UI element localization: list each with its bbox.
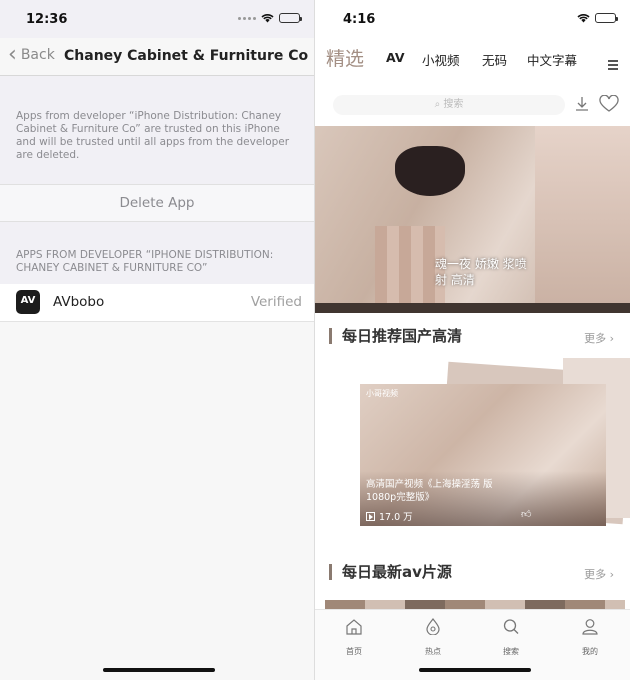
more-link-latest[interactable]: 更多 ›	[584, 566, 614, 582]
search-placeholder: 搜索	[443, 99, 464, 110]
tabbar-label: 搜索	[503, 647, 519, 656]
video-card[interactable]: 小哥视频 高清国产视频《上海操淫荡 版 1080p完整版》 17.0 万 👍︎	[360, 384, 606, 526]
banner-image-area	[395, 146, 465, 196]
status-icons	[238, 13, 302, 23]
more-link-recommended[interactable]: 更多 ›	[584, 330, 614, 346]
home-icon	[346, 619, 362, 635]
user-icon	[582, 619, 598, 635]
tabbar-home[interactable]: 首页	[329, 618, 379, 658]
battery-icon	[279, 13, 302, 23]
app-name: AVbobo	[53, 294, 105, 310]
banner-caption: 魂一夜 娇嫩 浆喷射 高清	[435, 257, 527, 287]
tab-short-video[interactable]: 小视频	[422, 50, 460, 69]
back-button[interactable]: ‹ Back	[8, 44, 55, 66]
tab-uncensored[interactable]: 无码	[482, 50, 507, 69]
delete-app-button[interactable]: Delete App	[0, 184, 314, 222]
video-app-screen: 4:16 精选 AV 小视频 无码 中文字幕 ⌕ 搜索 魂一夜 娇嫩 浆喷射 高…	[315, 0, 630, 680]
chevron-left-icon: ‹	[8, 42, 17, 67]
tabbar-profile[interactable]: 我的	[565, 618, 615, 658]
status-icons	[577, 13, 618, 23]
status-bar: 4:16	[315, 0, 630, 38]
home-indicator	[103, 668, 215, 672]
category-tabs: 精选 AV 小视频 无码 中文字幕	[315, 44, 630, 74]
like-icon[interactable]: 👍︎	[521, 508, 531, 520]
section-title-latest: 每日最新av片源	[329, 564, 452, 580]
settings-screen: 12:36 ‹ Back Chaney Cabinet & Furniture …	[0, 0, 314, 680]
trust-description: Apps from developer “iPhone Distribution…	[16, 110, 290, 161]
signal-icon	[238, 16, 256, 20]
apps-section-header: APPS FROM DEVELOPER “IPHONE DISTRIBUTION…	[16, 249, 274, 274]
battery-icon	[595, 13, 618, 23]
tabbar-label: 我的	[582, 647, 598, 656]
tab-featured[interactable]: 精选	[326, 44, 364, 71]
status-bar: 12:36	[0, 0, 314, 38]
back-label: Back	[20, 47, 55, 63]
flame-icon	[426, 618, 440, 635]
banner-bottom-strip	[315, 303, 630, 313]
home-indicator	[419, 668, 531, 672]
nav-bar: ‹ Back Chaney Cabinet & Furniture Co	[0, 38, 314, 76]
play-icon	[366, 511, 375, 521]
tabbar-hot[interactable]: 热点	[408, 618, 458, 658]
card-tag: 小哥视频	[366, 389, 398, 398]
banner-image-area	[535, 126, 630, 313]
wifi-icon	[261, 14, 274, 23]
tab-chinese-subtitles[interactable]: 中文字幕	[527, 50, 577, 69]
featured-banner[interactable]: 魂一夜 娇嫩 浆喷射 高清	[315, 126, 630, 313]
video-title: 高清国产视频《上海操淫荡 版 1080p完整版》	[366, 479, 493, 503]
download-icon[interactable]	[573, 95, 591, 113]
wifi-icon	[577, 14, 590, 23]
status-time: 12:36	[26, 12, 68, 27]
page-title: Chaney Cabinet & Furniture Co	[64, 48, 309, 64]
app-logo-icon: AV	[16, 290, 40, 314]
section-title-recommended: 每日推荐国产高清	[329, 328, 462, 344]
view-count-text: 17.0 万	[379, 512, 413, 523]
tab-av[interactable]: AV	[386, 50, 405, 65]
menu-icon[interactable]	[608, 60, 618, 72]
heart-icon[interactable]	[599, 95, 619, 113]
empty-area	[0, 322, 314, 680]
tabbar-search[interactable]: 搜索	[486, 618, 536, 658]
search-input[interactable]: ⌕ 搜索	[333, 95, 565, 115]
status-time: 4:16	[343, 12, 376, 27]
verified-status: Verified	[250, 294, 302, 310]
view-count: 17.0 万	[366, 509, 413, 523]
app-list-item[interactable]: AV AVbobo Verified	[0, 284, 314, 322]
tabbar-label: 热点	[425, 647, 441, 656]
tabbar-label: 首页	[346, 647, 362, 656]
search-icon	[503, 619, 519, 634]
